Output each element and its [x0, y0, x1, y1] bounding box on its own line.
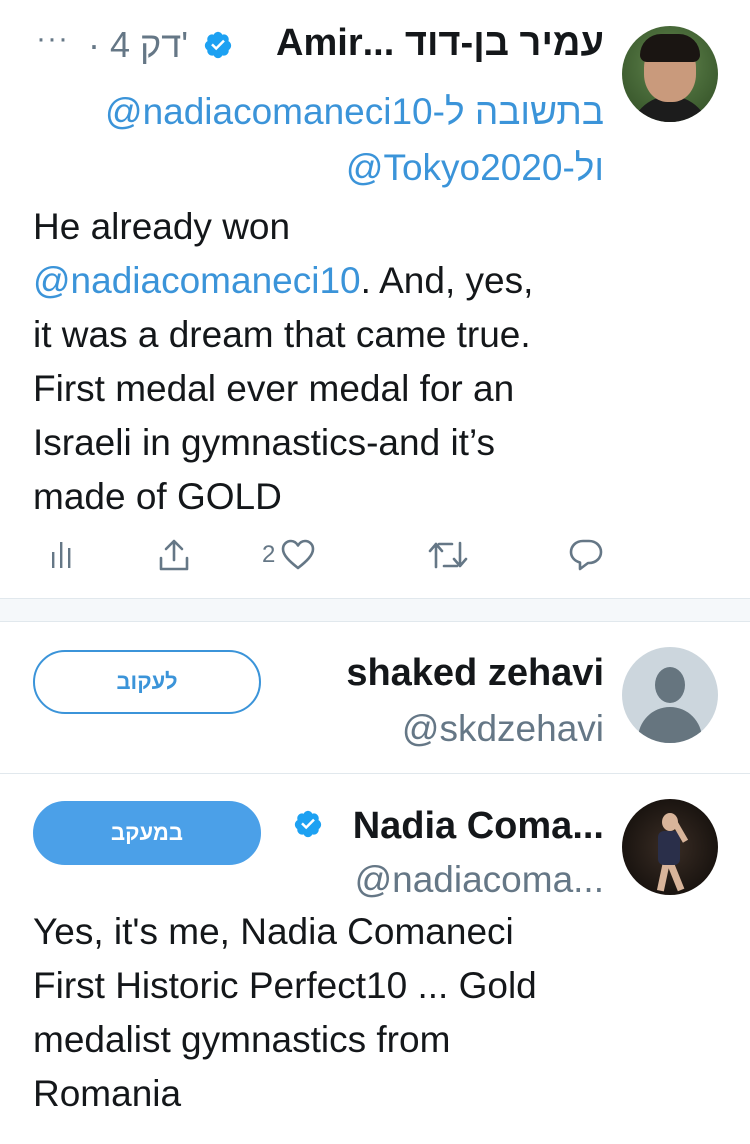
following-button[interactable]: במעקב [33, 801, 261, 865]
user-name[interactable]: shaked zehavi [346, 652, 604, 695]
reply-button[interactable] [568, 530, 604, 580]
reply-icon [569, 539, 603, 571]
verified-badge-icon [204, 31, 232, 59]
section-divider [0, 598, 750, 622]
tweet[interactable]: עמיר בן-דוד ...Amir · 4 דק' ··· בתשובה ל… [0, 0, 750, 598]
user-handle[interactable]: @nadiacoma... [355, 859, 604, 901]
body-line: Israeli in gymnastics-and it’s [33, 422, 495, 463]
body-line: made of GOLD [33, 476, 282, 517]
retweet-icon [428, 541, 468, 569]
retweet-button[interactable] [428, 530, 468, 580]
share-icon [159, 539, 189, 571]
verified-badge-icon [294, 810, 322, 838]
more-options-icon[interactable]: ··· [36, 22, 69, 56]
reply-prefix: בתשובה ל- [432, 91, 604, 132]
bio-line: Yes, it's me, Nadia Comaneci [33, 911, 514, 952]
reply-handle-tokyo[interactable]: @Tokyo2020 [346, 147, 563, 188]
bio-line: medalist gymnastics from [33, 1019, 451, 1060]
tweet-time: · 4 דק' [88, 24, 188, 66]
user-name[interactable]: Nadia Coma... [353, 805, 604, 848]
like-count: 2 [262, 541, 276, 568]
like-button[interactable]: 2 [262, 530, 315, 580]
body-line: it was a dream that came true. [33, 314, 531, 355]
user-bio: Yes, it's me, Nadia Comaneci First Histo… [33, 905, 633, 1121]
body-line: First medal ever medal for an [33, 368, 515, 409]
time-label: 4 דק' [110, 24, 189, 65]
analytics-icon [52, 542, 71, 568]
time-separator: · [88, 24, 100, 65]
analytics-button[interactable] [50, 530, 74, 580]
default-avatar[interactable] [622, 647, 718, 743]
user-avatar[interactable] [622, 799, 718, 895]
reply-context: בתשובה ל-@nadiacomaneci10 ול-@Tokyo2020 [44, 84, 604, 196]
reply-conjunction: ול- [562, 147, 604, 188]
author-name[interactable]: עמיר בן-דוד ...Amir [276, 22, 604, 65]
reply-handle-nadia[interactable]: @nadiacomaneci10 [105, 91, 433, 132]
follow-button[interactable]: לעקוב [33, 650, 261, 714]
bio-line: Romania [33, 1073, 182, 1114]
body-mention[interactable]: @nadiacomaneci10 [33, 260, 361, 301]
heart-icon [282, 539, 315, 570]
body-line: . And, yes, [360, 260, 534, 301]
tweet-body: He already won @nadiacomaneci10. And, ye… [33, 200, 613, 524]
author-avatar[interactable] [622, 26, 718, 122]
share-button[interactable] [158, 530, 190, 580]
body-line: He already won [33, 206, 291, 247]
tweet-actions: 2 [0, 530, 750, 580]
user-card[interactable]: במעקב Nadia Coma... @nadiacoma... Yes, i… [0, 775, 750, 1144]
user-handle[interactable]: @skdzehavi [402, 708, 604, 750]
bio-line: First Historic Perfect10 ... Gold [33, 965, 537, 1006]
user-card[interactable]: לעקוב shaked zehavi @skdzehavi [0, 622, 750, 774]
